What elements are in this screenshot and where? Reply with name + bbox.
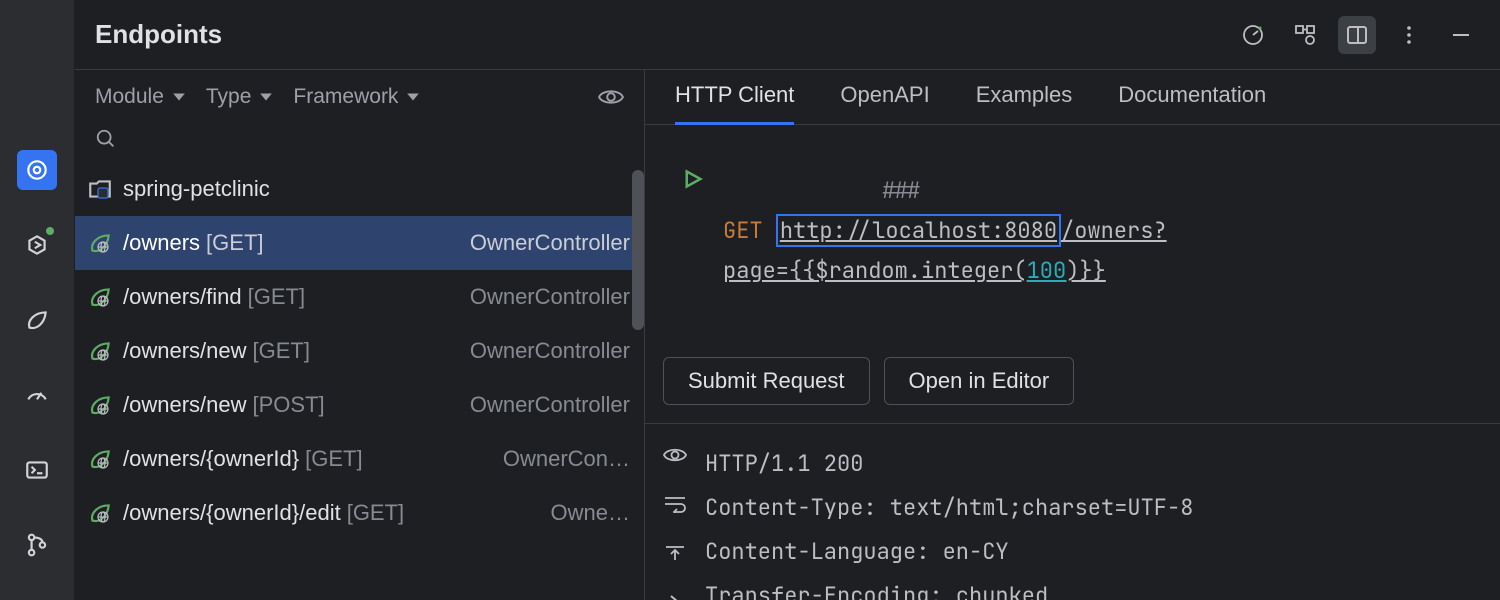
open-in-editor-button[interactable]: Open in Editor	[884, 357, 1075, 405]
visibility-icon[interactable]	[663, 446, 687, 469]
run-gutter-icon[interactable]	[663, 131, 723, 189]
folder-icon	[87, 176, 113, 202]
endpoint-method: [GET]	[305, 446, 362, 472]
endpoint-path: /owners	[123, 230, 200, 256]
endpoint-method: [GET]	[206, 230, 263, 256]
panel-header: Endpoints	[75, 0, 1500, 70]
details-pane-icon[interactable]	[1338, 16, 1376, 54]
request-method: GET	[723, 216, 763, 245]
endpoint-row[interactable]: /owners/{ownerId} [GET] OwnerCon…	[75, 432, 644, 486]
search-icon	[95, 128, 117, 150]
endpoint-icon	[87, 284, 113, 310]
status-dot	[46, 227, 54, 235]
response-line: Transfer-Encoding: chunked	[705, 581, 1048, 600]
endpoint-icon	[87, 446, 113, 472]
endpoint-icon	[87, 500, 113, 526]
request-marker: ###	[881, 176, 921, 205]
submit-request-button[interactable]: Submit Request	[663, 357, 870, 405]
endpoint-controller: OwnerController	[460, 338, 630, 364]
chevron-down-icon	[406, 90, 420, 104]
endpoint-icon	[87, 230, 113, 256]
endpoints-tool-icon[interactable]	[17, 150, 57, 190]
tab-documentation[interactable]: Documentation	[1118, 82, 1266, 124]
endpoint-path: /owners/{ownerId}	[123, 446, 299, 472]
chevron-down-icon	[259, 90, 273, 104]
project-row[interactable]: spring-petclinic	[75, 162, 644, 216]
request-query-end: )}}	[1066, 256, 1106, 285]
scrollbar-thumb[interactable]	[632, 170, 644, 330]
endpoint-row[interactable]: /owners/{ownerId}/edit [GET] Owne…	[75, 486, 644, 540]
request-arg: 100	[1027, 256, 1067, 285]
details-panel: HTTP Client OpenAPI Examples Documentati…	[645, 70, 1500, 600]
framework-filter-label: Framework	[293, 85, 398, 109]
panel-title: Endpoints	[95, 19, 222, 50]
performance-icon[interactable]	[1234, 16, 1272, 54]
endpoint-controller: OwnerCon…	[493, 446, 630, 472]
endpoint-path: /owners/new	[123, 338, 247, 364]
request-editor[interactable]: ### GET http://localhost:8080/owners? page…	[645, 125, 1500, 345]
search-input[interactable]	[125, 129, 425, 150]
soft-wrap-icon[interactable]	[663, 495, 687, 518]
endpoint-path: /owners/find	[123, 284, 242, 310]
endpoint-method: [GET]	[347, 500, 404, 526]
request-host: http://localhost:8080	[776, 214, 1061, 247]
framework-filter[interactable]: Framework	[293, 85, 420, 109]
tab-openapi[interactable]: OpenAPI	[840, 82, 929, 124]
endpoint-controller: OwnerController	[460, 230, 630, 256]
chevron-down-icon	[172, 90, 186, 104]
endpoint-icon	[87, 392, 113, 418]
response-area: HTTP/1.1 200 Content-Type: text/html;cha…	[645, 423, 1500, 600]
endpoint-row[interactable]: /owners [GET] OwnerController	[75, 216, 644, 270]
module-filter-label: Module	[95, 85, 164, 109]
endpoint-row[interactable]: /owners/new [GET] OwnerController	[75, 324, 644, 378]
scroll-to-top-icon[interactable]	[663, 544, 687, 567]
module-filter[interactable]: Module	[95, 85, 186, 109]
minimize-icon[interactable]	[1442, 16, 1480, 54]
spring-tool-icon[interactable]	[17, 300, 57, 340]
endpoint-method: [GET]	[248, 284, 305, 310]
response-line: Content-Type: text/html;charset=UTF-8	[705, 493, 1193, 522]
request-query: page={{$random.integer(	[723, 256, 1027, 285]
endpoint-path: /owners/{ownerId}/edit	[123, 500, 341, 526]
endpoint-controller: Owne…	[541, 500, 630, 526]
endpoint-method: [GET]	[253, 338, 310, 364]
more-icon[interactable]	[1390, 16, 1428, 54]
chevron-right-icon[interactable]	[663, 593, 687, 600]
response-body[interactable]: HTTP/1.1 200 Content-Type: text/html;cha…	[705, 424, 1500, 600]
vcs-tool-icon[interactable]	[17, 525, 57, 565]
endpoint-icon	[87, 338, 113, 364]
project-name: spring-petclinic	[123, 176, 270, 202]
activity-bar	[0, 0, 75, 600]
tab-http-client[interactable]: HTTP Client	[675, 82, 794, 125]
endpoint-controller: OwnerController	[460, 392, 630, 418]
details-tabs: HTTP Client OpenAPI Examples Documentati…	[645, 70, 1500, 125]
endpoint-row[interactable]: /owners/new [POST] OwnerController	[75, 378, 644, 432]
type-filter-label: Type	[206, 85, 252, 109]
search-row	[75, 120, 644, 162]
services-icon[interactable]	[1286, 16, 1324, 54]
endpoint-path: /owners/new	[123, 392, 247, 418]
request-path: /owners?	[1061, 216, 1167, 245]
response-line: HTTP/1.1 200	[705, 449, 863, 478]
endpoint-controller: OwnerController	[460, 284, 630, 310]
response-line: Content-Language: en-CY	[705, 537, 1009, 566]
endpoints-list-panel: Module Type Framework	[75, 70, 645, 600]
endpoint-row[interactable]: /owners/find [GET] OwnerController	[75, 270, 644, 324]
run-tool-icon[interactable]	[17, 225, 57, 265]
gauge-tool-icon[interactable]	[17, 375, 57, 415]
type-filter[interactable]: Type	[206, 85, 274, 109]
tab-examples[interactable]: Examples	[976, 82, 1073, 124]
terminal-tool-icon[interactable]	[17, 450, 57, 490]
endpoint-method: [POST]	[253, 392, 325, 418]
endpoints-tree: spring-petclinic /owners [GET] OwnerCont…	[75, 162, 644, 600]
visibility-icon[interactable]	[598, 84, 624, 110]
